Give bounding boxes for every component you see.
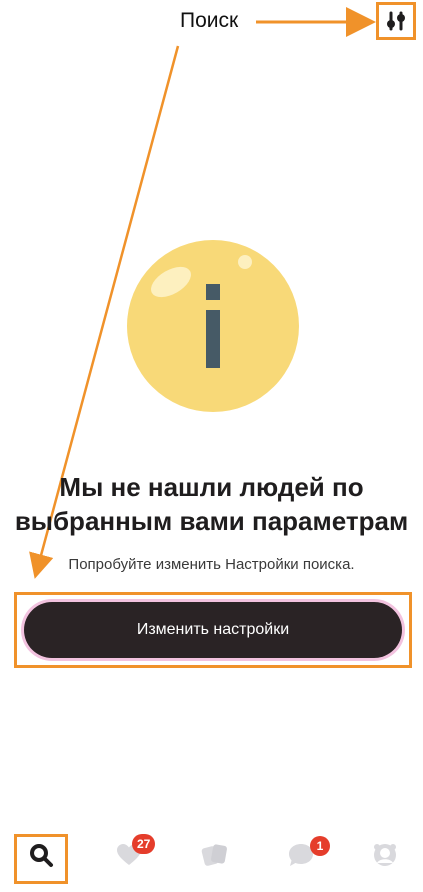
info-icon: [127, 240, 299, 412]
profile-icon: [374, 844, 396, 866]
change-settings-button[interactable]: Изменить настройки: [24, 602, 402, 658]
headline-line-1: Мы не нашли людей по: [59, 472, 364, 502]
chat-badge: 1: [310, 836, 330, 856]
likes-badge: 27: [132, 834, 156, 854]
nav-profile[interactable]: [360, 822, 410, 892]
cta-glow: Изменить настройки: [21, 599, 405, 661]
annotation-cta-box: Изменить настройки: [14, 592, 412, 668]
nav-chat[interactable]: 1: [276, 822, 330, 892]
headline-line-2: выбранным вами параметрам: [14, 506, 409, 536]
annotation-search-label: Поиск: [180, 9, 239, 32]
annotation-search-box: [14, 834, 68, 884]
empty-state-headline: Мы не нашли людей по выбранным вами пара…: [0, 470, 423, 538]
nav-likes[interactable]: 27: [104, 822, 156, 892]
empty-state-subtext: Попробуйте изменить Настройки поиска.: [68, 556, 355, 573]
cards-icon: [201, 844, 227, 866]
filter-button[interactable]: [378, 4, 414, 38]
nav-cards[interactable]: [190, 822, 240, 892]
filter-sliders-icon: [387, 11, 405, 31]
annotation-arrows: [29, 7, 376, 579]
bottom-nav: 27 1: [0, 822, 423, 892]
nav-search[interactable]: [14, 822, 68, 892]
